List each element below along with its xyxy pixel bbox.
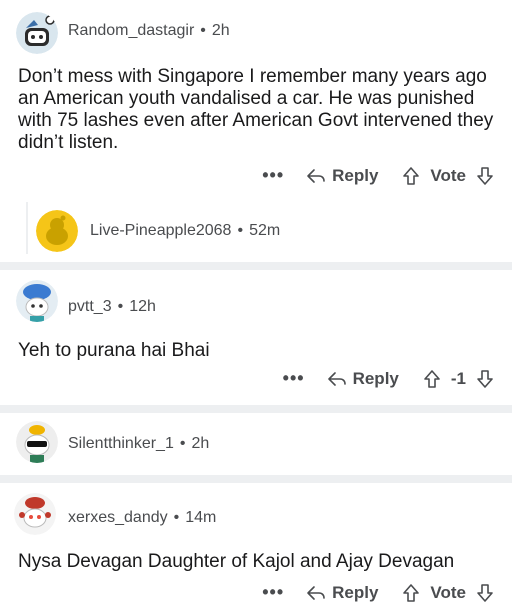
comment-header: Random_dastagir • 2h	[68, 22, 230, 40]
more-options-button[interactable]: •••	[283, 368, 305, 389]
avatar[interactable]	[14, 493, 56, 535]
vote-control: Vote	[402, 166, 494, 186]
divider	[0, 405, 512, 413]
vote-label: Vote	[430, 165, 466, 185]
comment-4: xerxes_dandy • 14m Nysa Devagan Daughter…	[0, 483, 512, 607]
comment-actions: ••• Reply Vote	[262, 582, 494, 603]
separator-dot: •	[173, 509, 180, 526]
comment-1: Random_dastagir • 2h Don’t mess with Sin…	[0, 0, 512, 262]
vote-control: Vote	[402, 583, 494, 603]
vote-label: Vote	[430, 582, 466, 602]
reply-label: Reply	[332, 582, 379, 602]
reply-button[interactable]: Reply	[327, 369, 399, 389]
more-options-button[interactable]: •••	[262, 582, 284, 603]
upvote-icon[interactable]	[423, 369, 441, 389]
timestamp: 12h	[129, 298, 156, 315]
reply-icon	[327, 371, 346, 386]
separator-dot: •	[200, 22, 206, 39]
comment-header: Silentthinker_1 • 2h	[68, 435, 209, 453]
comment-2: pvtt_3 • 12h Yeh to purana hai Bhai ••• …	[0, 270, 512, 400]
comment-actions: ••• Reply -1	[283, 368, 494, 389]
comment-body: Don’t mess with Singapore I remember man…	[18, 66, 494, 153]
reply-button[interactable]: Reply	[306, 583, 378, 603]
downvote-icon[interactable]	[476, 166, 494, 186]
timestamp: 2h	[211, 22, 230, 39]
username[interactable]: pvtt_3	[68, 298, 112, 316]
separator-dot: •	[237, 222, 244, 239]
avatar[interactable]	[36, 210, 78, 252]
separator-dot: •	[117, 298, 124, 315]
reply-icon	[307, 585, 325, 600]
comment-header: Live-Pineapple2068 • 52m	[90, 222, 280, 240]
downvote-icon[interactable]	[476, 369, 494, 389]
comment-body: Nysa Devagan Daughter of Kajol and Ajay …	[18, 551, 455, 572]
thread-line	[26, 202, 28, 254]
reply-button[interactable]: Reply	[306, 166, 378, 186]
vote-control: -1	[423, 369, 494, 389]
comment-3: Silentthinker_1 • 2h	[0, 413, 512, 475]
timestamp: 2h	[191, 435, 210, 452]
timestamp: 14m	[185, 509, 217, 526]
vote-score: -1	[450, 368, 466, 388]
separator-dot: •	[179, 435, 186, 452]
upvote-icon[interactable]	[402, 166, 420, 186]
divider	[0, 262, 512, 270]
reply-label: Reply	[352, 368, 399, 388]
timestamp: 52m	[249, 222, 281, 239]
comment-body: Yeh to purana hai Bhai	[18, 340, 210, 361]
username[interactable]: Random_dastagir	[68, 22, 194, 40]
comment-header: xerxes_dandy • 14m	[68, 509, 216, 527]
downvote-icon[interactable]	[476, 583, 494, 603]
reply-icon	[307, 168, 325, 183]
upvote-icon[interactable]	[402, 583, 420, 603]
more-options-button[interactable]: •••	[262, 165, 284, 186]
username[interactable]: Live-Pineapple2068	[90, 222, 231, 240]
username[interactable]: Silentthinker_1	[68, 435, 174, 453]
reply-label: Reply	[332, 165, 379, 185]
avatar[interactable]	[16, 280, 58, 322]
divider	[0, 475, 512, 483]
avatar[interactable]	[16, 12, 58, 54]
comment-header: pvtt_3 • 12h	[68, 298, 156, 316]
avatar[interactable]	[16, 421, 58, 463]
comment-actions: ••• Reply Vote	[262, 165, 494, 186]
username[interactable]: xerxes_dandy	[68, 509, 168, 527]
